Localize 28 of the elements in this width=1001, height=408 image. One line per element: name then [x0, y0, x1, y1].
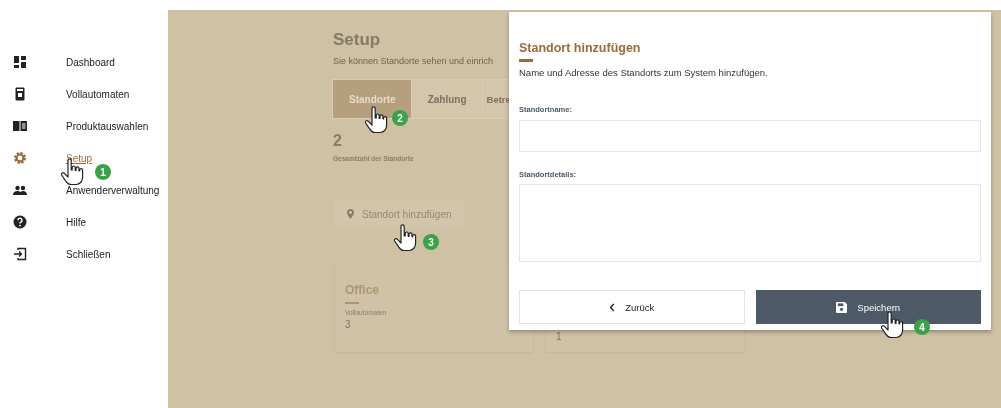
- dialog-title: Standort hinzufügen: [519, 41, 641, 55]
- save-button[interactable]: Speichern: [755, 290, 981, 324]
- sidebar-item[interactable]: Dashboard: [0, 46, 115, 78]
- page-title: Setup: [333, 30, 381, 51]
- card-value: 1: [556, 331, 562, 342]
- sidebar-item[interactable]: Vollautomaten: [0, 78, 130, 110]
- vending-machine-icon: [13, 87, 27, 101]
- sidebar-item[interactable]: Setup: [0, 142, 93, 174]
- back-button[interactable]: Zurück: [519, 290, 745, 324]
- hand-cursor-icon: [393, 224, 417, 252]
- input-field[interactable]: [519, 120, 981, 152]
- settings-icon: [13, 151, 27, 165]
- hand-cursor-icon: [364, 106, 388, 134]
- sidebar-item[interactable]: Hilfe: [0, 206, 86, 238]
- book-icon: [13, 119, 27, 133]
- dialog-description: Name und Adresse des Standorts zum System hinzufügen.: [519, 67, 768, 78]
- sidebar-item[interactable]: Schließen: [0, 238, 111, 270]
- location-count: 2: [333, 132, 342, 150]
- text-area[interactable]: [519, 184, 981, 262]
- users-icon: [13, 183, 27, 197]
- chevron-left-icon: [609, 302, 616, 312]
- help-icon: [13, 215, 27, 229]
- location-pin-icon: [347, 209, 354, 219]
- exit-icon: [13, 247, 27, 261]
- dashboard-icon: [13, 55, 27, 69]
- page-subtitle: Sie können Standorte sehen und einrich: [333, 56, 494, 66]
- sidebar-item[interactable]: Produktauswahlen: [0, 110, 149, 142]
- card-value: 3: [345, 319, 351, 330]
